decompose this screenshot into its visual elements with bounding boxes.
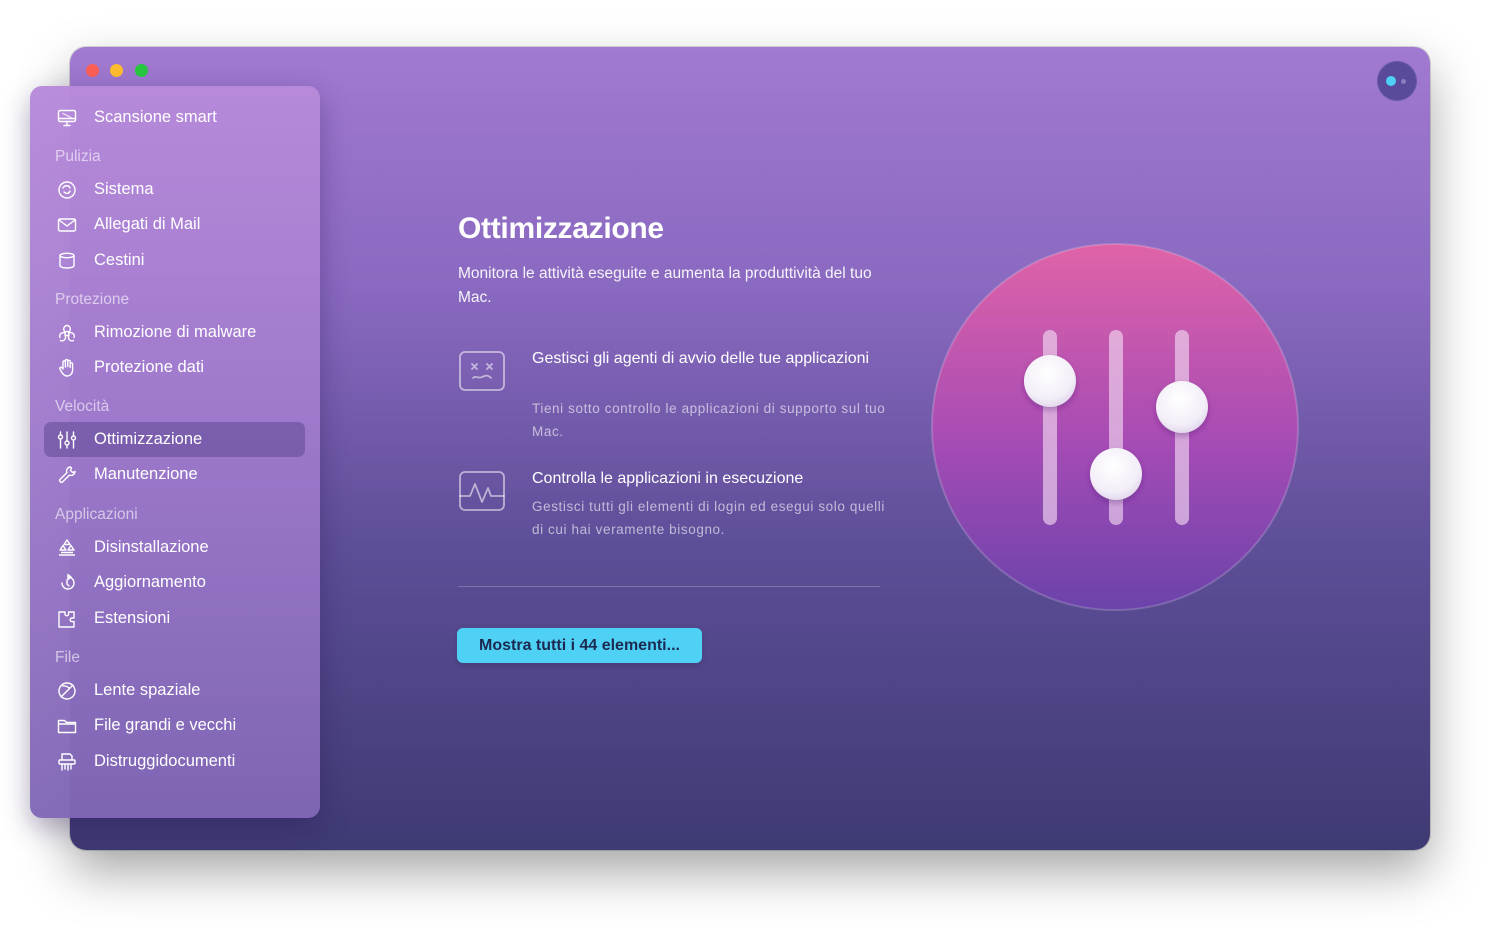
minimize-window-button[interactable] — [110, 64, 123, 77]
sidebar-item-label: Distruggidocumenti — [94, 752, 236, 770]
show-all-items-button[interactable]: Mostra tutti i 44 elementi... — [457, 628, 702, 663]
extensions-icon — [56, 608, 78, 630]
sidebar-item-label: Scansione smart — [94, 108, 217, 126]
sidebar-item-smart-scan[interactable]: Scansione smart — [44, 100, 305, 135]
sidebar-item-label: Manutenzione — [94, 465, 198, 483]
folder-icon — [56, 715, 78, 737]
page-description: Monitora le attività eseguite e aumenta … — [458, 265, 872, 306]
sidebar-item-privacy[interactable]: Protezione dati — [44, 350, 305, 385]
sidebar-item-label: Rimozione di malware — [94, 323, 257, 341]
sidebar-item-label: Estensioni — [94, 609, 171, 627]
assistant-dot — [1386, 76, 1396, 86]
sidebar-item-label: Lente spaziale — [94, 681, 201, 699]
wrench-icon — [56, 464, 78, 486]
sidebar-item-label: File grandi e vecchi — [94, 716, 237, 734]
hand-icon — [56, 357, 78, 379]
divider — [458, 586, 880, 587]
section-title-cleanup: Pulizia — [55, 148, 101, 165]
sidebar-item-extensions[interactable]: Estensioni — [44, 601, 305, 636]
zoom-window-button[interactable] — [135, 64, 148, 77]
page-title: Ottimizzazione — [458, 212, 664, 245]
sidebar-item-large-old-files[interactable]: File grandi e vecchi — [44, 708, 305, 743]
sidebar-item-label: Ottimizzazione — [94, 430, 203, 448]
close-window-button[interactable] — [86, 64, 99, 77]
sidebar-item-label: Disinstallazione — [94, 538, 209, 556]
sidebar-item-mail-attachments[interactable]: Allegati di Mail — [44, 207, 305, 242]
launch-agents-icon — [458, 350, 506, 394]
sidebar-item-uninstaller[interactable]: Disinstallazione — [44, 530, 305, 565]
feature-title-running-apps: Controlla le applicazioni in esecuzione — [532, 470, 804, 487]
sidebar-item-system[interactable]: Sistema — [44, 172, 305, 207]
sliders-icon — [56, 429, 78, 451]
activity-monitor-icon — [458, 470, 506, 514]
mail-icon — [56, 214, 78, 236]
sidebar-item-label: Cestini — [94, 251, 145, 269]
biohazard-icon — [56, 322, 78, 344]
sidebar-item-updater[interactable]: Aggiornamento — [44, 565, 305, 600]
section-title-speed: Velocità — [55, 398, 110, 415]
system-junk-icon — [56, 179, 78, 201]
sidebar: Scansione smart Pulizia Sistema Allegati… — [30, 86, 320, 818]
monitor-icon — [56, 107, 78, 129]
sidebar-item-trash-bins[interactable]: Cestini — [44, 243, 305, 278]
sidebar-item-label: Allegati di Mail — [94, 215, 201, 233]
sidebar-item-label: Sistema — [94, 180, 154, 198]
optimization-sliders-icon — [930, 242, 1300, 612]
feature-title-launch-agents: Gestisci gli agenti di avvio delle tue a… — [532, 350, 870, 367]
sidebar-item-label: Aggiornamento — [94, 573, 206, 591]
sidebar-item-malware-removal[interactable]: Rimozione di malware — [44, 315, 305, 350]
sidebar-item-optimization[interactable]: Ottimizzazione — [44, 422, 305, 457]
updater-icon — [56, 572, 78, 594]
sidebar-item-maintenance[interactable]: Manutenzione — [44, 457, 305, 492]
space-lens-icon — [56, 680, 78, 702]
feature-desc-running-apps: Gestisci tutti gli elementi di login ed … — [532, 499, 885, 537]
uninstaller-icon — [56, 537, 78, 559]
section-title-protection: Protezione — [55, 291, 130, 308]
trash-bin-icon — [56, 250, 78, 272]
feature-desc-launch-agents: Tieni sotto controllo le applicazioni di… — [532, 401, 886, 439]
shredder-icon — [56, 751, 78, 773]
sidebar-item-label: Protezione dati — [94, 358, 205, 376]
sidebar-item-shredder[interactable]: Distruggidocumenti — [44, 744, 305, 779]
section-title-applications: Applicazioni — [55, 506, 138, 523]
sidebar-item-space-lens[interactable]: Lente spaziale — [44, 673, 305, 708]
section-title-files: File — [55, 649, 80, 666]
assistant-icon[interactable] — [1377, 61, 1417, 101]
assistant-dot-small — [1401, 79, 1406, 84]
